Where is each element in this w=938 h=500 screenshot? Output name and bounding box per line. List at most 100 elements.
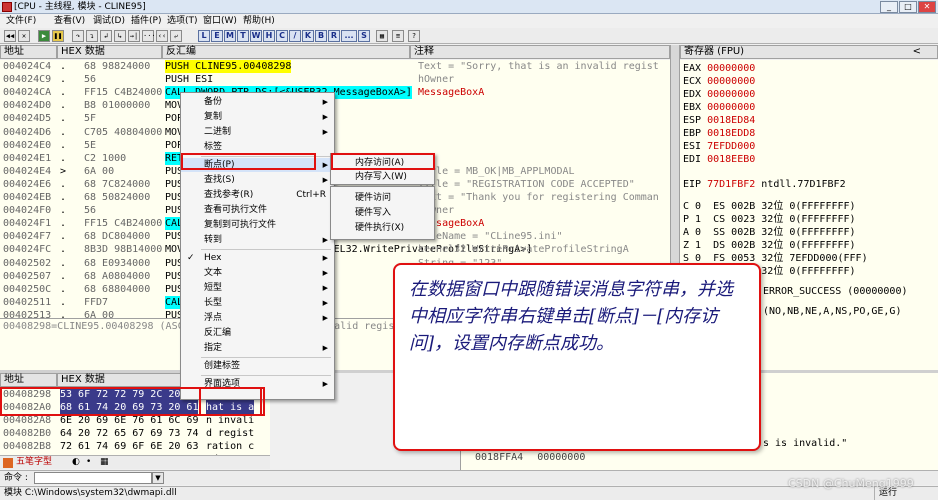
- menu-copy-to-executable[interactable]: 复制到可执行文件: [181, 218, 334, 232]
- register-row[interactable]: EDI 0018EEB0: [683, 153, 755, 166]
- open-icon[interactable]: ◀◀: [4, 30, 16, 42]
- menu-breakpoint[interactable]: 断点(P) ▶: [181, 158, 334, 172]
- menu-find-references[interactable]: 查找参考(R) Ctrl+R: [181, 188, 334, 202]
- menu-search[interactable]: 查找(S) ▶: [181, 173, 334, 187]
- disasm-row[interactable]: 004024CA.FF15 C4B24000CALL DWORD PTR DS:…: [0, 86, 670, 100]
- execute-till-return-icon[interactable]: →|: [128, 30, 140, 42]
- menu-create-label[interactable]: 创建标签: [181, 359, 334, 373]
- menu-short[interactable]: 短型 ▶: [181, 281, 334, 295]
- disasm-row[interactable]: 004024E0.5EPOP ESI: [0, 139, 670, 152]
- register-row[interactable]: EBP 0018EDD8: [683, 127, 755, 140]
- trace-over-icon[interactable]: ↳: [114, 30, 126, 42]
- flag-row[interactable]: C 0 ES 002B 32位 0(FFFFFFFF): [683, 200, 856, 213]
- toolbar-callstack-button[interactable]: K: [302, 30, 314, 42]
- menu-debug[interactable]: 调试(D): [93, 14, 125, 28]
- toolbar-references-button[interactable]: R: [328, 30, 340, 42]
- toolbar-modules-button[interactable]: E: [211, 30, 223, 42]
- minimize-button[interactable]: _: [880, 1, 898, 13]
- flag-row[interactable]: Z 1 DS 002B 32位 0(FFFFFFFF): [683, 239, 856, 252]
- ime-dot-icon[interactable]: •: [86, 456, 91, 469]
- toolbar-windows-button[interactable]: W: [250, 30, 262, 42]
- toolbar-source-button[interactable]: S: [358, 30, 370, 42]
- register-row[interactable]: ECX 00000000: [683, 75, 755, 88]
- register-row[interactable]: EDX 00000000: [683, 88, 755, 101]
- run-icon[interactable]: ▶: [38, 30, 50, 42]
- dump-row[interactable]: 004082A0 68 61 74 20 69 73 20 61 hat is a: [0, 401, 270, 414]
- col-header-hex[interactable]: HEX 数据: [57, 45, 162, 59]
- toolbar-handles-button[interactable]: H: [263, 30, 275, 42]
- menu-copy[interactable]: 复制 ▶: [181, 110, 334, 124]
- pause-icon[interactable]: ❚❚: [52, 30, 64, 42]
- back-icon[interactable]: ‹‹: [156, 30, 168, 42]
- disasm-row[interactable]: 004024C9. 56 PUSH ESI hOwner: [0, 73, 670, 86]
- menu-memory-access[interactable]: 内存访问(A): [331, 156, 434, 170]
- return-icon[interactable]: ⤶: [170, 30, 182, 42]
- menu-label[interactable]: 标签: [181, 140, 334, 154]
- menu-text[interactable]: 文本 ▶: [181, 266, 334, 280]
- menu-options[interactable]: 选项(T): [167, 14, 198, 28]
- toolbar-runtrace-button[interactable]: ...: [341, 30, 357, 42]
- register-row[interactable]: ESP 0018ED84: [683, 114, 755, 127]
- dump-row[interactable]: 004082A8 6E 20 69 6E 76 61 6C 69 n invali: [0, 414, 270, 427]
- options-icon[interactable]: ▦: [376, 30, 388, 42]
- menu-backup[interactable]: 备份 ▶: [181, 95, 334, 109]
- toolbar-patches-button[interactable]: /: [289, 30, 301, 42]
- close-button[interactable]: ✕: [918, 1, 936, 13]
- list-icon[interactable]: ≡: [392, 30, 404, 42]
- close-program-icon[interactable]: ✕: [18, 30, 30, 42]
- command-input[interactable]: [34, 472, 152, 484]
- menu-goto[interactable]: 转到 ▶: [181, 233, 334, 247]
- toolbar-cpu-button[interactable]: C: [276, 30, 288, 42]
- menu-view[interactable]: 查看(V): [54, 14, 85, 28]
- toolbar-breakpoints-button[interactable]: B: [315, 30, 327, 42]
- menu-disassemble[interactable]: 反汇编: [181, 326, 334, 340]
- ime-keyboard-icon[interactable]: ▦: [100, 456, 109, 469]
- chevron-left-icon[interactable]: <: [913, 46, 921, 58]
- disasm-row[interactable]: 004024C4. 68 98824000 PUSH CLINE95.0040829…: [0, 60, 670, 73]
- toolbar-memory-button[interactable]: M: [224, 30, 236, 42]
- disasm-row[interactable]: 004024D6.C705 40804000MOV DWORD PTR DS:[…: [0, 126, 670, 139]
- menu-plugin[interactable]: 插件(P): [131, 14, 161, 28]
- dump-row[interactable]: 004082B0 64 20 72 65 67 69 73 74 d regist: [0, 427, 270, 440]
- trace-into-icon[interactable]: ↲: [100, 30, 112, 42]
- menu-specify[interactable]: 指定 ▶: [181, 341, 334, 355]
- menu-long[interactable]: 长型 ▶: [181, 296, 334, 310]
- ime-moon-icon[interactable]: ◐: [72, 456, 80, 469]
- ime-mode[interactable]: 五笔字型: [16, 456, 52, 469]
- disasm-row[interactable]: 004024D5.5FPOP EDI: [0, 112, 670, 125]
- menu-window[interactable]: 窗口(W): [203, 14, 237, 28]
- register-row[interactable]: EBX 00000000: [683, 101, 755, 114]
- maximize-button[interactable]: □: [899, 1, 917, 13]
- col-header-disasm[interactable]: 反汇编: [162, 45, 410, 59]
- menu-help[interactable]: 帮助(H): [243, 14, 275, 28]
- help-icon[interactable]: ?: [408, 30, 420, 42]
- menu-hw-access[interactable]: 硬件访问: [331, 191, 434, 205]
- flag-row[interactable]: A 0 SS 002B 32位 0(FFFFFFFF): [683, 226, 856, 239]
- menu-appearance[interactable]: 界面选项 ▶: [181, 377, 334, 391]
- flag-row[interactable]: P 1 CS 0023 32位 0(FFFFFFFF): [683, 213, 856, 226]
- step-over-icon[interactable]: ↴: [86, 30, 98, 42]
- chevron-down-icon[interactable]: ▼: [152, 472, 164, 484]
- toolbar-log-button[interactable]: L: [198, 30, 210, 42]
- register-row[interactable]: ESI 7EFDD000: [683, 140, 755, 153]
- menu-binary[interactable]: 二进制 ▶: [181, 125, 334, 139]
- disasm-row[interactable]: 004024D0.B8 01000000MOV EAX,1: [0, 99, 670, 112]
- col-header-comment[interactable]: 注释: [410, 45, 670, 59]
- dump-row[interactable]: 004082B8 72 61 74 69 6F 6E 20 63 ration c: [0, 440, 270, 453]
- ime-logo-icon[interactable]: [3, 458, 13, 468]
- menu-file[interactable]: 文件(F): [6, 14, 36, 28]
- menu-hex[interactable]: Hex ✓ ▶: [181, 251, 334, 265]
- toolbar-threads-button[interactable]: T: [237, 30, 249, 42]
- register-eip[interactable]: EIP 77D1FBF2 ntdll.77D1FBF2: [683, 178, 846, 191]
- menu-memory-write[interactable]: 内存写入(W): [331, 170, 434, 184]
- dump-header-address[interactable]: 地址: [0, 373, 57, 387]
- menu-hw-write[interactable]: 硬件写入: [331, 206, 434, 220]
- col-header-address[interactable]: 地址: [0, 45, 57, 59]
- register-row[interactable]: EAX 00000000: [683, 62, 755, 75]
- menu-hw-execute[interactable]: 硬件执行(X): [331, 221, 434, 235]
- step-into-icon[interactable]: ↷: [72, 30, 84, 42]
- goto-icon[interactable]: ···: [142, 30, 156, 42]
- menu-float[interactable]: 浮点 ▶: [181, 311, 334, 325]
- menu-view-executable[interactable]: 查看可执行文件: [181, 203, 334, 217]
- disasm-row[interactable]: 004024FC. 8B3D 98B14000 MOV EDI,DWORD PTR …: [0, 243, 670, 256]
